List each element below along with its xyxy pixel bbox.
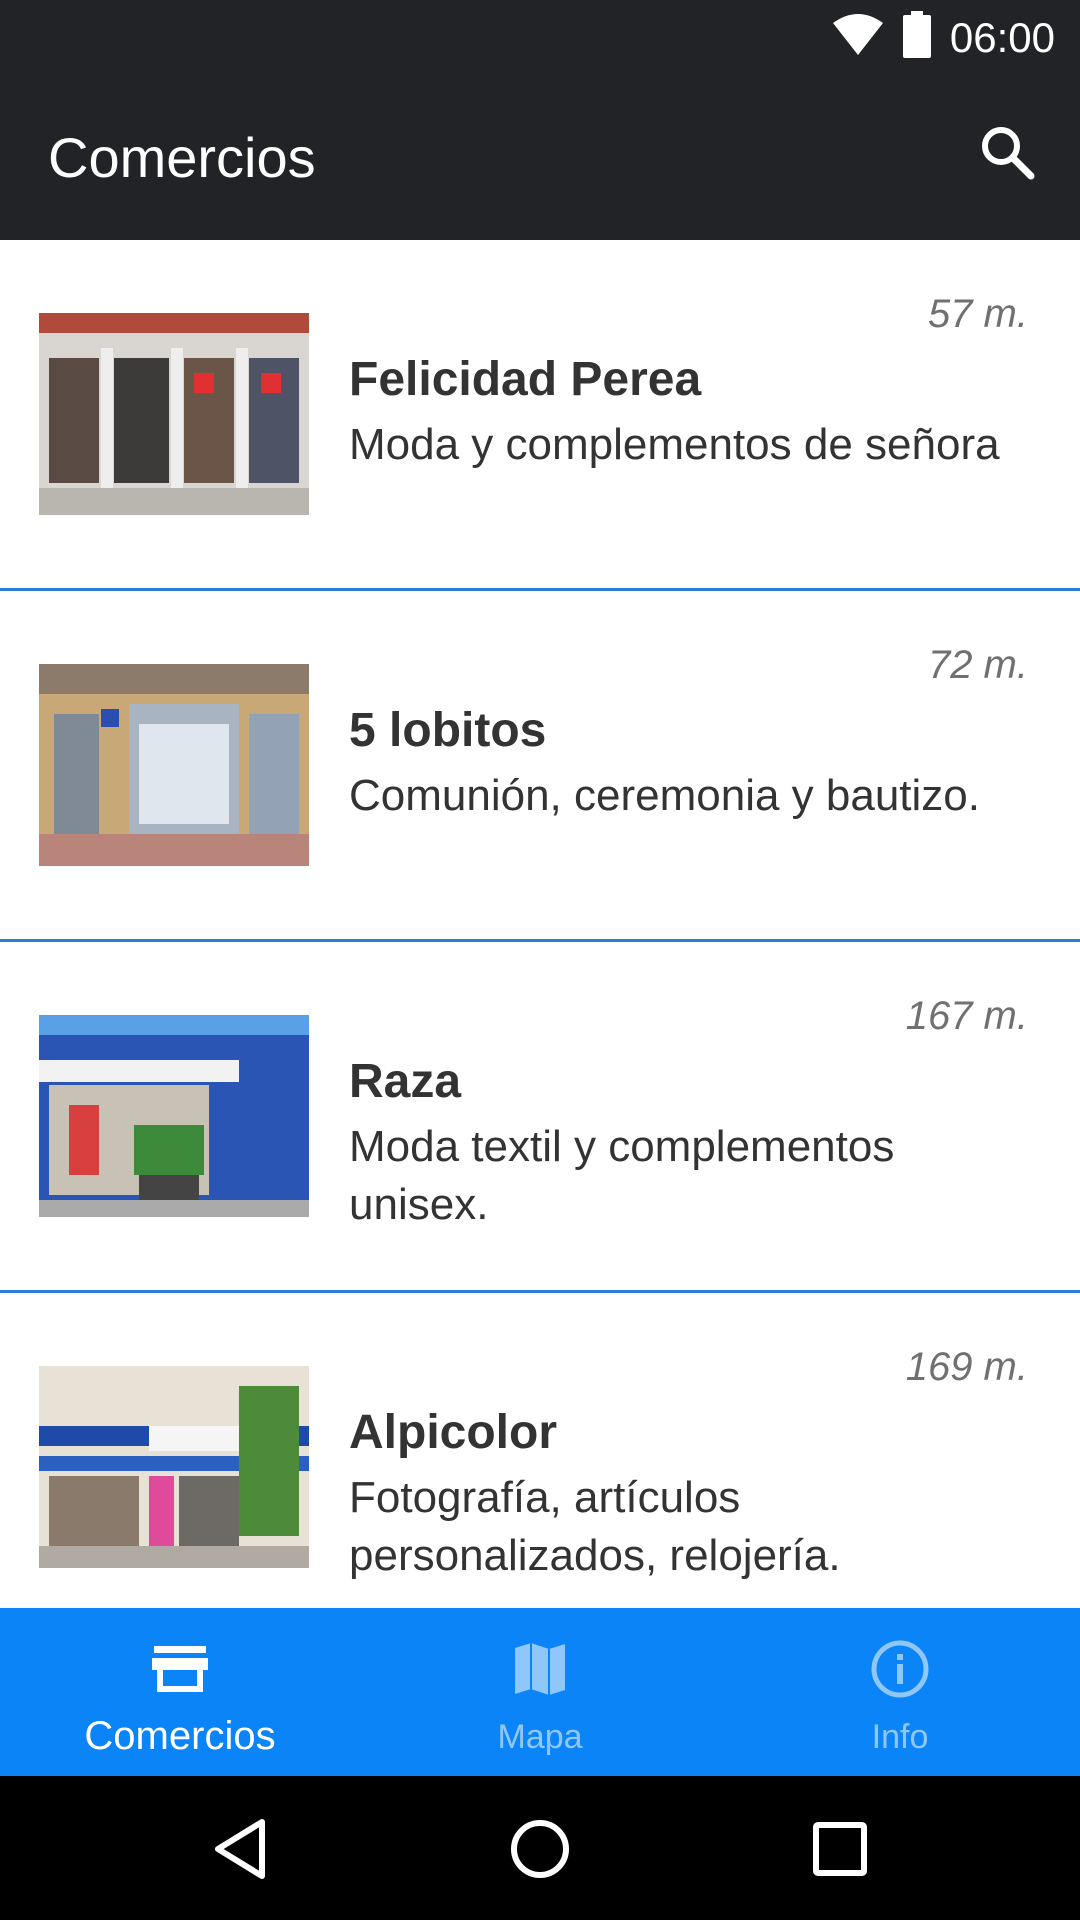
app-bar: Comercios — [0, 75, 1080, 240]
home-icon — [505, 1820, 575, 1888]
back-button[interactable] — [206, 1814, 276, 1884]
recents-button[interactable] — [805, 1814, 875, 1884]
store-distance: 167 m. — [905, 994, 1028, 1038]
store-thumbnail — [39, 313, 309, 515]
store-icon — [149, 1638, 211, 1700]
nav-label: Comercios — [84, 1714, 276, 1758]
store-distance: 72 m. — [927, 643, 1028, 687]
store-description: Moda y complementos de señora — [349, 420, 1000, 469]
status-time: 06:00 — [949, 13, 1055, 61]
nav-item-comercios[interactable]: Comercios — [0, 1608, 360, 1776]
store-name: 5 lobitos — [349, 704, 547, 757]
store-item-felicidad-perea[interactable]: 57 m. Felicidad Perea Moda y complemento… — [0, 240, 1080, 591]
recents-icon — [805, 1822, 875, 1888]
nav-label: Info — [871, 1718, 929, 1756]
nav-label: Mapa — [497, 1718, 583, 1756]
store-thumbnail — [39, 664, 309, 866]
store-list[interactable]: 57 m. Felicidad Perea Moda y complemento… — [0, 240, 1080, 1608]
wifi-icon — [832, 13, 884, 62]
map-icon — [509, 1638, 571, 1700]
search-button[interactable] — [972, 119, 1042, 189]
back-icon — [206, 1819, 276, 1888]
store-thumbnail — [39, 1015, 309, 1217]
home-button[interactable] — [505, 1814, 575, 1884]
store-item-5-lobitos[interactable]: 72 m. 5 lobitos Comunión, ceremonia y ba… — [0, 591, 1080, 942]
store-name: Alpicolor — [349, 1406, 558, 1459]
nav-item-mapa[interactable]: Mapa — [360, 1608, 720, 1776]
store-distance: 169 m. — [905, 1345, 1028, 1389]
nav-item-info[interactable]: Info — [720, 1608, 1080, 1776]
info-icon — [869, 1638, 931, 1700]
store-description: Comunión, ceremonia y bautizo. — [349, 771, 980, 820]
store-description: Fotografía, artículos personalizados, re… — [349, 1473, 841, 1580]
page-title: Comercios — [48, 126, 316, 189]
store-thumbnail — [39, 1366, 309, 1568]
store-description: Moda textil y complementos unisex. — [349, 1122, 895, 1229]
store-name: Felicidad Perea — [349, 353, 702, 406]
store-distance: 57 m. — [927, 292, 1028, 336]
system-navigation-bar — [0, 1776, 1080, 1920]
battery-icon — [902, 11, 932, 64]
store-item-raza[interactable]: 167 m. Raza Moda textil y complementos u… — [0, 942, 1080, 1293]
store-item-alpicolor[interactable]: 169 m. Alpicolor Fotografía, artículos p… — [0, 1293, 1080, 1608]
bottom-navigation: Comercios Mapa Info — [0, 1608, 1080, 1776]
store-name: Raza — [349, 1055, 462, 1108]
search-icon — [979, 124, 1035, 185]
status-bar: 06:00 — [0, 0, 1080, 75]
